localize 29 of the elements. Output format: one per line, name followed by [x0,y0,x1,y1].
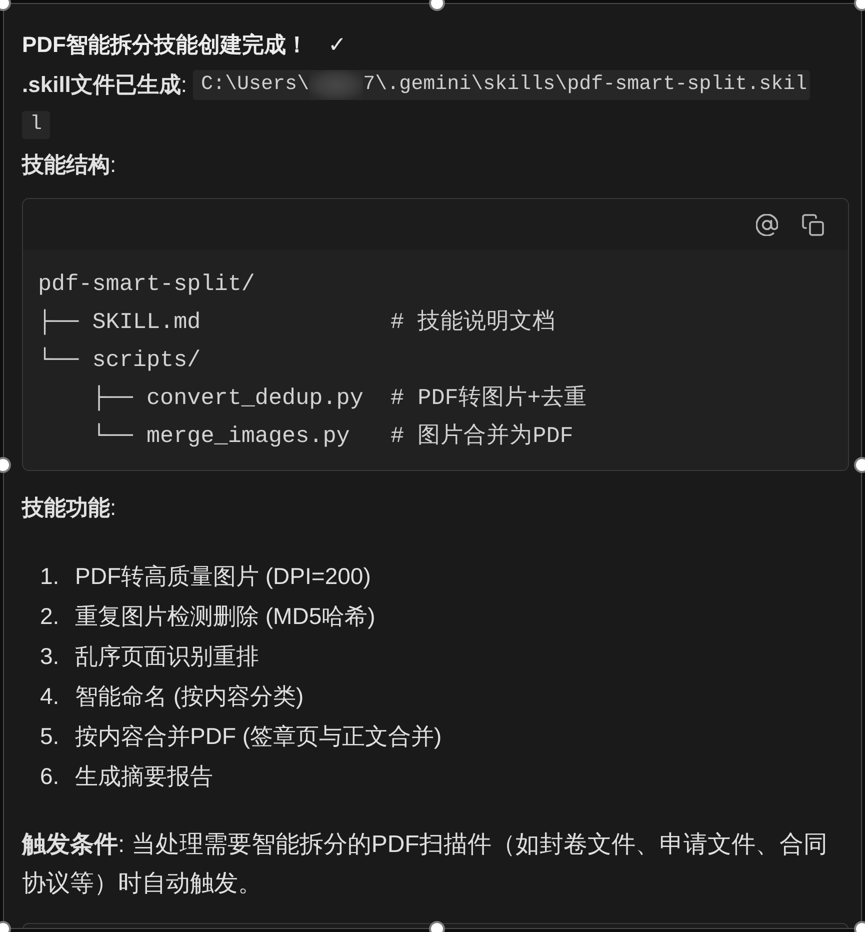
inline-code: l [22,111,50,139]
section-heading: 技能功能: [22,494,118,522]
inline-code: C:\Users\ [193,70,310,100]
message-title: PDF智能拆分技能创建完成！ [22,31,308,59]
code-line: ├── convert_dedup.py # PDF转图片+去重 [91,384,587,413]
list-number: 5. [40,722,60,750]
code-line: pdf-smart-split/ [38,270,255,299]
list-number: 4. [40,682,60,710]
code-line: └── merge_images.py # 图片合并为PDF [91,422,574,451]
list-item-text: PDF转高质量图片 (DPI=200) [75,562,371,591]
inline-code: 7\.gemini\skills\pdf-smart-split.skil [363,70,810,100]
file-label: .skill文件已生成: [22,71,188,99]
list-number: 3. [40,642,60,670]
list-item-text: 乱序页面识别重排 [75,642,259,670]
code-line: └── scripts/ [38,346,201,375]
section-heading: 技能结构: [22,151,118,179]
code-line: ├── SKILL.md # 技能说明文档 [38,308,556,337]
list-item-text: 重复图片检测删除 (MD5哈希) [75,602,376,631]
check-mark: ✓ [328,32,346,58]
list-item-text: 生成摘要报告 [75,762,213,790]
redacted-block [309,70,364,100]
list-item-text: 智能命名 (按内容分类) [75,682,304,711]
trigger-paragraph: 触发条件: 当处理需要智能拆分的PDF扫描件（如封卷文件、申请文件、合同协议等）时自动触发。 [22,830,828,899]
copy-icon[interactable] [802,214,824,236]
list-number: 2. [40,602,60,630]
at-sign-icon[interactable] [756,214,778,236]
list-item-text: 按内容合并PDF (签章页与正文合并) [75,722,442,751]
list-number: 1. [40,562,60,590]
list-number: 6. [40,762,60,790]
